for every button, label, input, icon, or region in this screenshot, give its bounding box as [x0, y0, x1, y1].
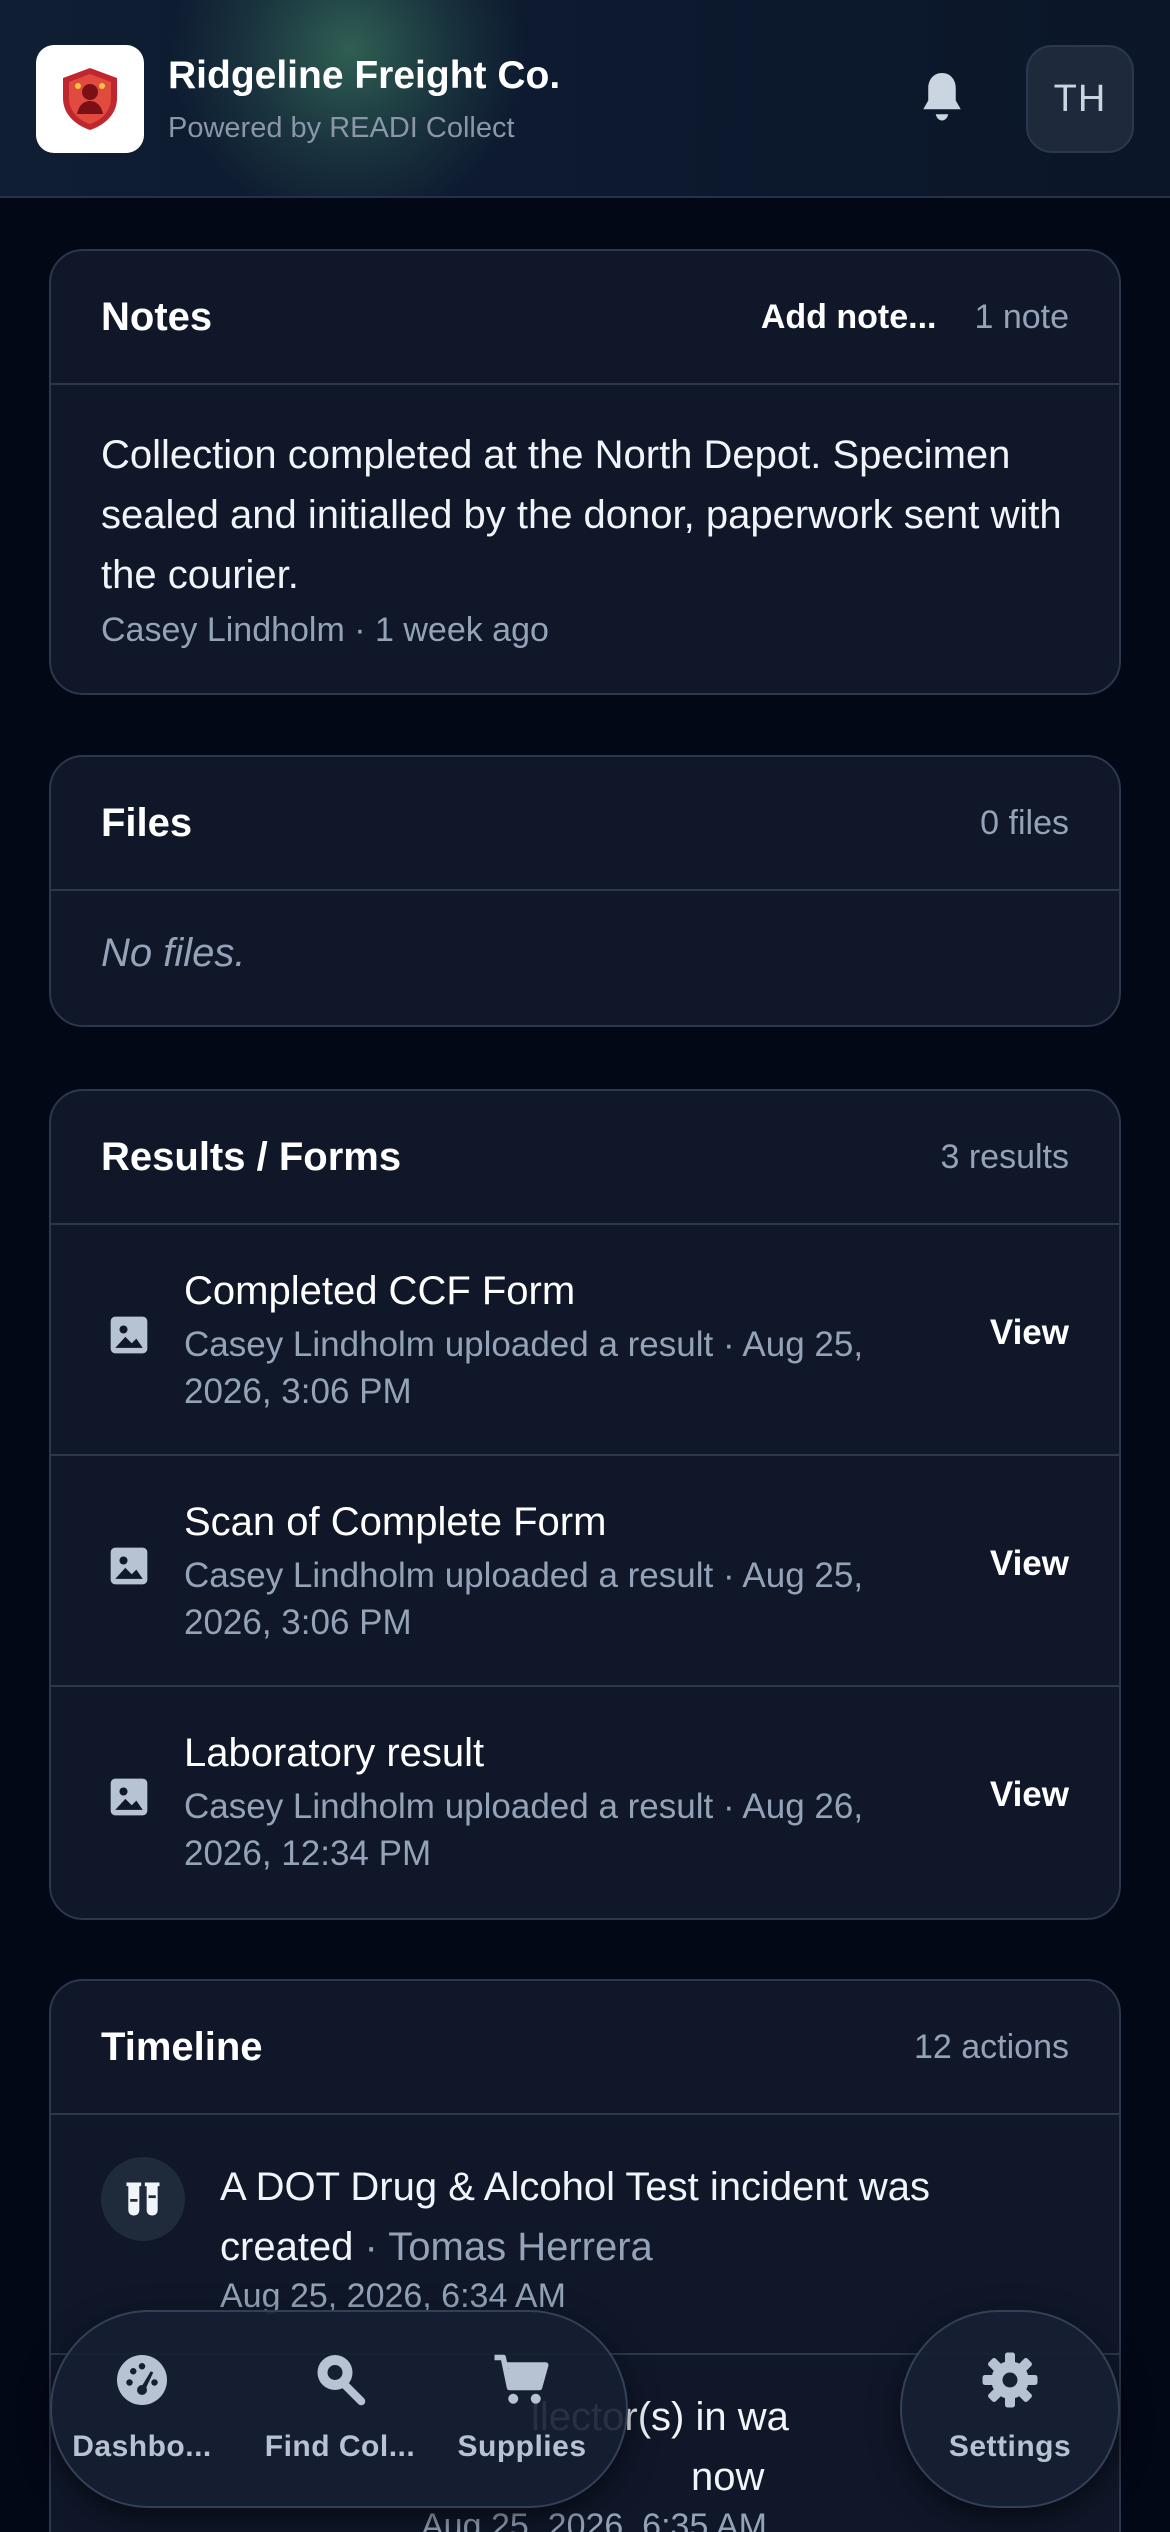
shopping-cart-icon	[494, 2354, 549, 2404]
user-avatar[interactable]: TH	[1026, 45, 1134, 153]
bottom-nav: Dashbo... Find Col... Supplies	[50, 2310, 628, 2508]
app-header: Ridgeline Freight Co. Powered by READI C…	[0, 0, 1170, 198]
results-title: Results / Forms	[101, 1134, 402, 1179]
image-icon	[110, 1547, 148, 1585]
files-count: 0 files	[980, 803, 1069, 842]
result-meta: Casey Lindholm uploaded a result · Aug 2…	[184, 1325, 864, 1411]
result-meta: Casey Lindholm uploaded a result · Aug 2…	[184, 1556, 864, 1642]
note-text: Collection completed at the North Depot.…	[101, 433, 1062, 597]
nav-find-collector[interactable]: Find Col...	[250, 2312, 430, 2510]
gear-icon	[982, 2352, 1038, 2408]
nav-supplies[interactable]: Supplies	[432, 2312, 612, 2510]
shield-logo-icon	[63, 68, 117, 130]
timeline-actor: Tomas Herrera	[388, 2225, 653, 2269]
files-title: Files	[101, 800, 193, 845]
results-card: Results / Forms 3 results Completed CCF …	[49, 1089, 1121, 1920]
header-glow	[170, 0, 530, 196]
result-row[interactable]: Completed CCF Form Casey Lindholm upload…	[51, 1225, 1119, 1456]
view-result-button[interactable]: View	[990, 1544, 1069, 1584]
result-title: Completed CCF Form	[184, 1269, 576, 1313]
files-header: Files 0 files	[51, 757, 1119, 891]
nav-dashboard-label: Dashbo...	[72, 2430, 212, 2463]
dashboard-gauge-icon	[117, 2355, 167, 2405]
note-meta: Casey Lindholm · 1 week ago	[101, 611, 549, 649]
view-result-button[interactable]: View	[990, 1775, 1069, 1815]
powered-by-label: Powered by READI Collect	[168, 112, 515, 144]
timeline-count: 12 actions	[914, 2027, 1069, 2066]
nav-supplies-label: Supplies	[457, 2430, 587, 2463]
timeline-date: Aug 25, 2026, 6:35 AM	[421, 2507, 767, 2532]
notifications-bell-icon[interactable]	[912, 68, 972, 128]
add-note-button[interactable]: Add note...	[761, 298, 937, 337]
timeline-text: A DOT Drug & Alcohol Test incident was c…	[220, 2165, 930, 2269]
notes-header: Notes Add note... 1 note	[51, 251, 1119, 385]
notes-card: Notes Add note... 1 note Collection comp…	[49, 249, 1121, 695]
result-meta: Casey Lindholm uploaded a result · Aug 2…	[184, 1787, 864, 1873]
files-empty-state: No files.	[101, 931, 246, 975]
notes-title: Notes	[101, 294, 213, 339]
files-card: Files 0 files No files.	[49, 755, 1121, 1027]
results-count: 3 results	[940, 1137, 1070, 1176]
result-row[interactable]: Scan of Complete Form Casey Lindholm upl…	[51, 1456, 1119, 1687]
nav-settings-label: Settings	[948, 2430, 1072, 2463]
result-row[interactable]: Laboratory result Casey Lindholm uploade…	[51, 1687, 1119, 1918]
nav-settings[interactable]: Settings	[900, 2310, 1120, 2508]
app-screen: Ridgeline Freight Co. Powered by READI C…	[0, 0, 1170, 2532]
location-search-icon	[317, 2355, 366, 2406]
view-result-button[interactable]: View	[990, 1313, 1069, 1353]
notes-count: 1 note	[974, 297, 1069, 336]
result-title: Scan of Complete Form	[184, 1500, 607, 1544]
flask-icon	[101, 2157, 185, 2241]
timeline-title: Timeline	[101, 2024, 263, 2069]
image-icon	[110, 1316, 148, 1354]
timeline-header: Timeline 12 actions	[51, 1981, 1119, 2115]
note-item: Collection completed at the North Depot.…	[51, 385, 1119, 650]
company-logo[interactable]	[36, 45, 144, 153]
results-header: Results / Forms 3 results	[51, 1091, 1119, 1225]
result-title: Laboratory result	[184, 1731, 485, 1775]
company-name: Ridgeline Freight Co.	[168, 54, 561, 97]
nav-dashboard[interactable]: Dashbo...	[52, 2312, 232, 2510]
image-icon	[110, 1778, 148, 1816]
nav-find-label: Find Col...	[264, 2430, 416, 2463]
